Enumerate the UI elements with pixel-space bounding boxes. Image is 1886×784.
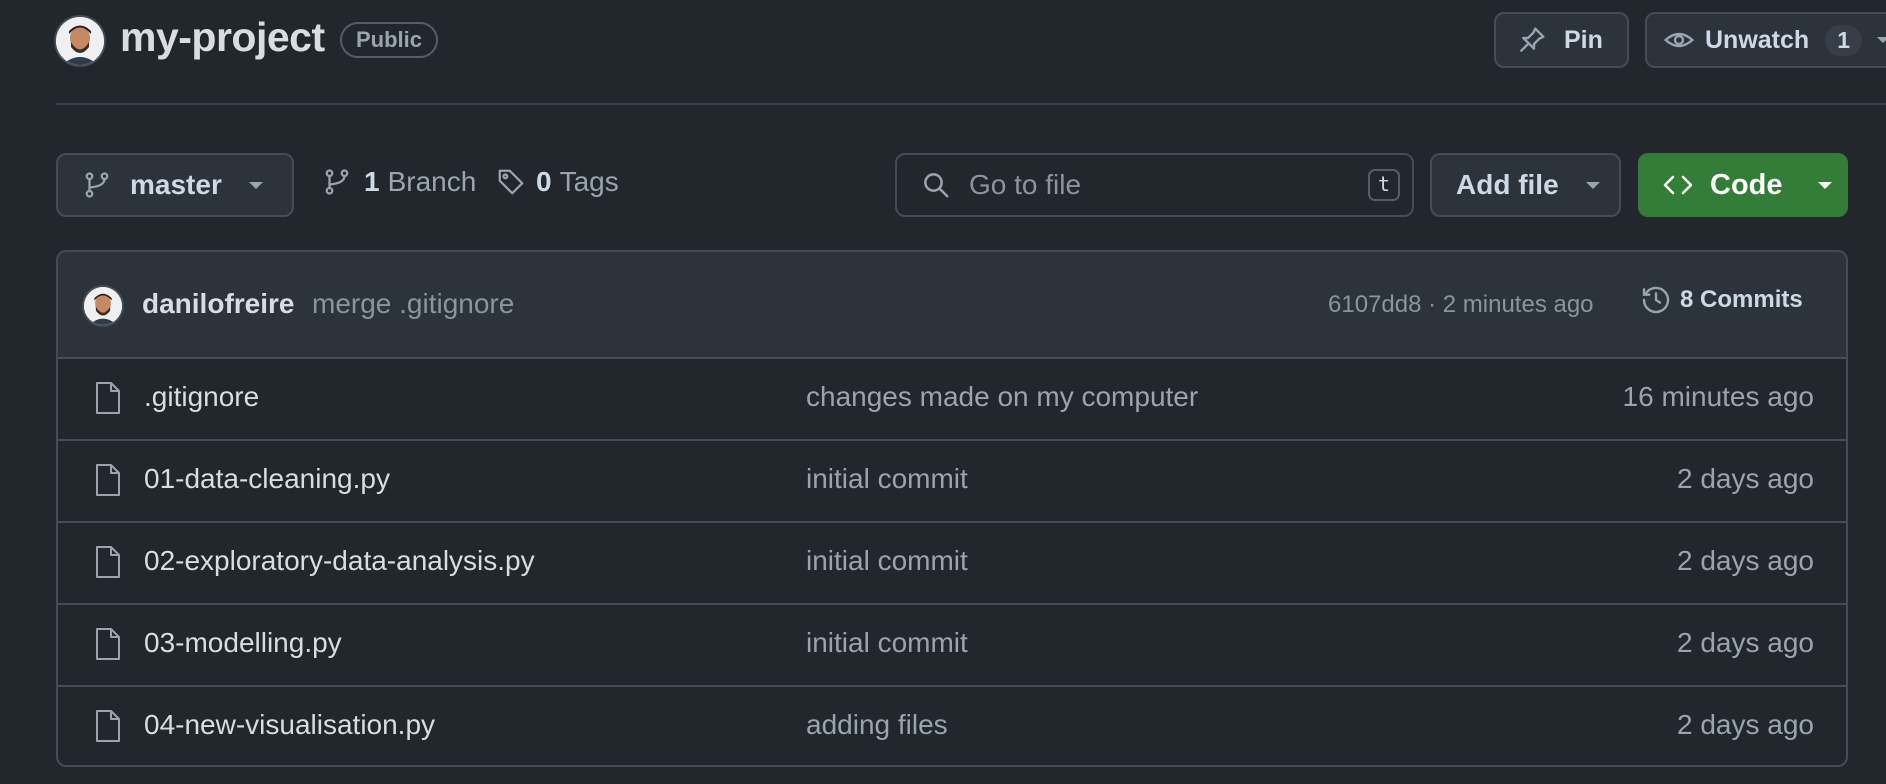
commit-message[interactable]: merge .gitignore — [312, 288, 514, 320]
latest-commit-bar: danilofreire merge .gitignore 6107dd8 · … — [58, 252, 1846, 359]
search-placeholder: Go to file — [969, 169, 1082, 200]
branch-name: master — [130, 169, 222, 200]
file-commit-message[interactable]: initial commit — [806, 627, 968, 659]
repo-name[interactable]: my-project — [120, 14, 325, 61]
triangle-down-icon — [1876, 35, 1886, 45]
file-row[interactable]: 02-exploratory-data-analysis.py initial … — [58, 523, 1846, 605]
tag-count: 0 — [536, 166, 552, 197]
file-icon — [94, 709, 122, 743]
branches-link[interactable]: 1 Branch — [322, 166, 476, 198]
code-label: Code — [1710, 168, 1783, 201]
commit-hash-time[interactable]: 6107dd8 · 2 minutes ago — [1328, 291, 1594, 319]
commits-link[interactable]: 8 Commits — [1640, 284, 1803, 316]
go-to-file-input[interactable]: Go to file t — [895, 153, 1414, 217]
commit-author[interactable]: danilofreire — [142, 288, 294, 320]
branch-count: 1 — [364, 166, 380, 197]
file-icon — [94, 627, 122, 661]
branch-selector[interactable]: master — [56, 153, 294, 217]
search-icon — [921, 170, 951, 200]
file-icon — [94, 545, 122, 579]
file-icon — [94, 381, 122, 415]
git-branch-icon — [82, 170, 112, 200]
tags-link[interactable]: 0 Tags — [496, 166, 619, 198]
file-commit-message[interactable]: initial commit — [806, 545, 968, 577]
owner-avatar[interactable] — [56, 17, 104, 65]
code-icon — [1662, 171, 1694, 199]
add-file-button[interactable]: Add file — [1430, 153, 1621, 217]
unwatch-button[interactable]: Unwatch 1 — [1645, 12, 1886, 68]
search-shortcut-key: t — [1368, 169, 1400, 201]
header-divider — [56, 103, 1886, 105]
file-row[interactable]: 04-new-visualisation.py adding files 2 d… — [58, 687, 1846, 765]
file-row[interactable]: 03-modelling.py initial commit 2 days ag… — [58, 605, 1846, 687]
file-row[interactable]: .gitignore changes made on my computer 1… — [58, 359, 1846, 441]
triangle-down-icon — [1585, 180, 1601, 190]
file-name[interactable]: 01-data-cleaning.py — [144, 463, 390, 495]
file-name[interactable]: 04-new-visualisation.py — [144, 709, 435, 741]
file-name[interactable]: 03-modelling.py — [144, 627, 342, 659]
file-row[interactable]: 01-data-cleaning.py initial commit 2 day… — [58, 441, 1846, 523]
file-commit-time: 2 days ago — [1677, 545, 1814, 576]
file-commit-time: 2 days ago — [1677, 463, 1814, 494]
unwatch-label: Unwatch — [1705, 25, 1810, 54]
add-file-label: Add file — [1456, 169, 1559, 200]
file-commit-time: 2 days ago — [1677, 627, 1814, 658]
triangle-down-icon — [248, 180, 264, 190]
code-button[interactable]: Code — [1638, 153, 1848, 217]
file-browser: danilofreire merge .gitignore 6107dd8 · … — [56, 250, 1848, 767]
commits-count: 8 Commits — [1680, 286, 1803, 313]
file-commit-message[interactable]: adding files — [806, 709, 948, 741]
tag-icon — [496, 167, 526, 197]
file-name[interactable]: 02-exploratory-data-analysis.py — [144, 545, 535, 577]
branch-label: Branch — [387, 166, 477, 197]
file-name[interactable]: .gitignore — [144, 381, 259, 413]
pin-label: Pin — [1564, 25, 1603, 54]
pin-icon — [1516, 24, 1548, 56]
file-commit-message[interactable]: initial commit — [806, 463, 968, 495]
pin-button[interactable]: Pin — [1494, 12, 1629, 68]
watch-count: 1 — [1825, 24, 1862, 56]
visibility-badge: Public — [340, 22, 439, 58]
eye-icon — [1663, 24, 1695, 56]
file-icon — [94, 463, 122, 497]
file-commit-message[interactable]: changes made on my computer — [806, 381, 1198, 413]
author-avatar[interactable] — [84, 287, 122, 325]
file-commit-time: 16 minutes ago — [1622, 381, 1814, 412]
history-icon — [1640, 284, 1672, 316]
triangle-down-icon — [1817, 180, 1833, 190]
file-commit-time: 2 days ago — [1677, 709, 1814, 740]
git-branch-icon — [322, 167, 352, 197]
tag-label: Tags — [559, 166, 619, 197]
